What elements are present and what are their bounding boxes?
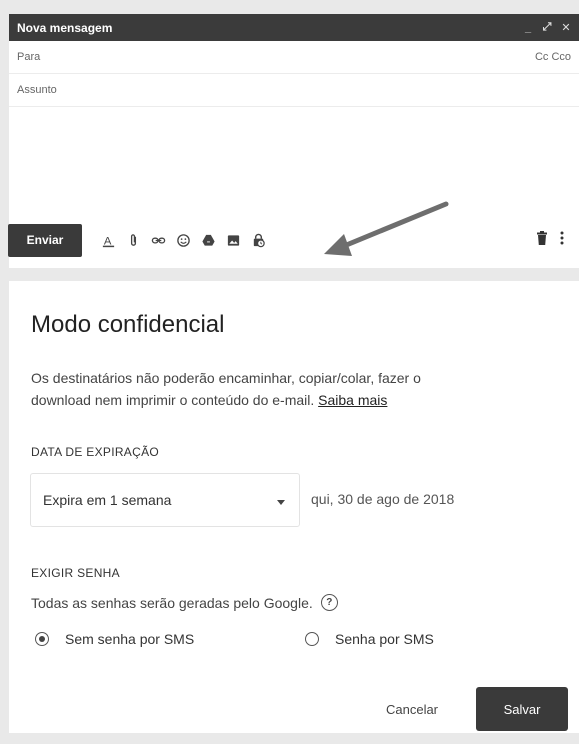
description-line-2: download nem imprimir o conteúdo do e-ma…: [31, 392, 315, 408]
password-label: EXIGIR SENHA: [31, 566, 120, 580]
expiration-label: DATA DE EXPIRAÇÃO: [31, 445, 160, 459]
confidential-mode-dialog: Modo confidencial Os destinatários não p…: [9, 281, 579, 733]
password-desc-text: Todas as senhas serão geradas pelo Googl…: [31, 594, 313, 611]
expiration-date: qui, 30 de ago de 2018: [311, 491, 455, 507]
radio-no-sms-label: Sem senha por SMS: [65, 631, 195, 647]
attach-icon[interactable]: [123, 230, 144, 251]
confidential-mode-icon[interactable]: [248, 230, 269, 251]
learn-more-link[interactable]: Saiba mais: [318, 392, 387, 408]
save-button[interactable]: Salvar: [476, 687, 568, 731]
radio-sms-label: Senha por SMS: [335, 631, 434, 647]
compose-header: Nova mensagem _ ⤢ ✕: [9, 14, 579, 41]
drive-icon[interactable]: [198, 230, 219, 251]
link-icon[interactable]: [148, 230, 169, 251]
radio-sms[interactable]: Senha por SMS: [305, 631, 434, 647]
more-options-icon[interactable]: [560, 231, 564, 250]
radio-sms-control[interactable]: [305, 632, 319, 646]
emoji-icon[interactable]: [173, 230, 194, 251]
expiration-select[interactable]: Expira em 1 semana: [30, 473, 300, 527]
description-line-1: Os destinatários não poderão encaminhar,…: [31, 370, 421, 386]
window-controls: _ ⤢ ✕: [523, 21, 571, 34]
cc-bcc-link[interactable]: Cc Cco: [535, 51, 571, 63]
password-description: Todas as senhas serão geradas pelo Googl…: [31, 594, 338, 611]
minimize-icon[interactable]: _: [523, 22, 533, 34]
compose-toolbar: Enviar A: [8, 222, 578, 258]
cancel-button[interactable]: Cancelar: [367, 694, 457, 724]
help-icon[interactable]: ?: [320, 594, 338, 611]
to-label: Para: [17, 51, 41, 63]
radio-no-sms-control[interactable]: [35, 632, 49, 646]
trash-icon[interactable]: [536, 230, 548, 250]
message-body[interactable]: [9, 107, 579, 232]
photo-icon[interactable]: [223, 230, 244, 251]
toolbar-right: [536, 230, 564, 250]
close-icon[interactable]: ✕: [561, 21, 571, 34]
text-format-icon[interactable]: A: [98, 230, 119, 251]
send-button[interactable]: Enviar: [8, 223, 82, 257]
expiration-value: Expira em 1 semana: [43, 492, 172, 508]
subject-label: Assunto: [17, 84, 57, 96]
compose-title: Nova mensagem: [17, 20, 113, 35]
dialog-title: Modo confidencial: [31, 311, 225, 338]
expand-icon[interactable]: ⤢: [542, 21, 552, 34]
to-field[interactable]: Para Cc Cco: [9, 41, 579, 74]
subject-field[interactable]: Assunto: [9, 74, 579, 107]
dialog-description: Os destinatários não poderão encaminhar,…: [31, 367, 551, 411]
dropdown-arrow-icon: [277, 492, 285, 508]
radio-no-sms[interactable]: Sem senha por SMS: [35, 631, 194, 647]
svg-text:A: A: [104, 235, 112, 247]
